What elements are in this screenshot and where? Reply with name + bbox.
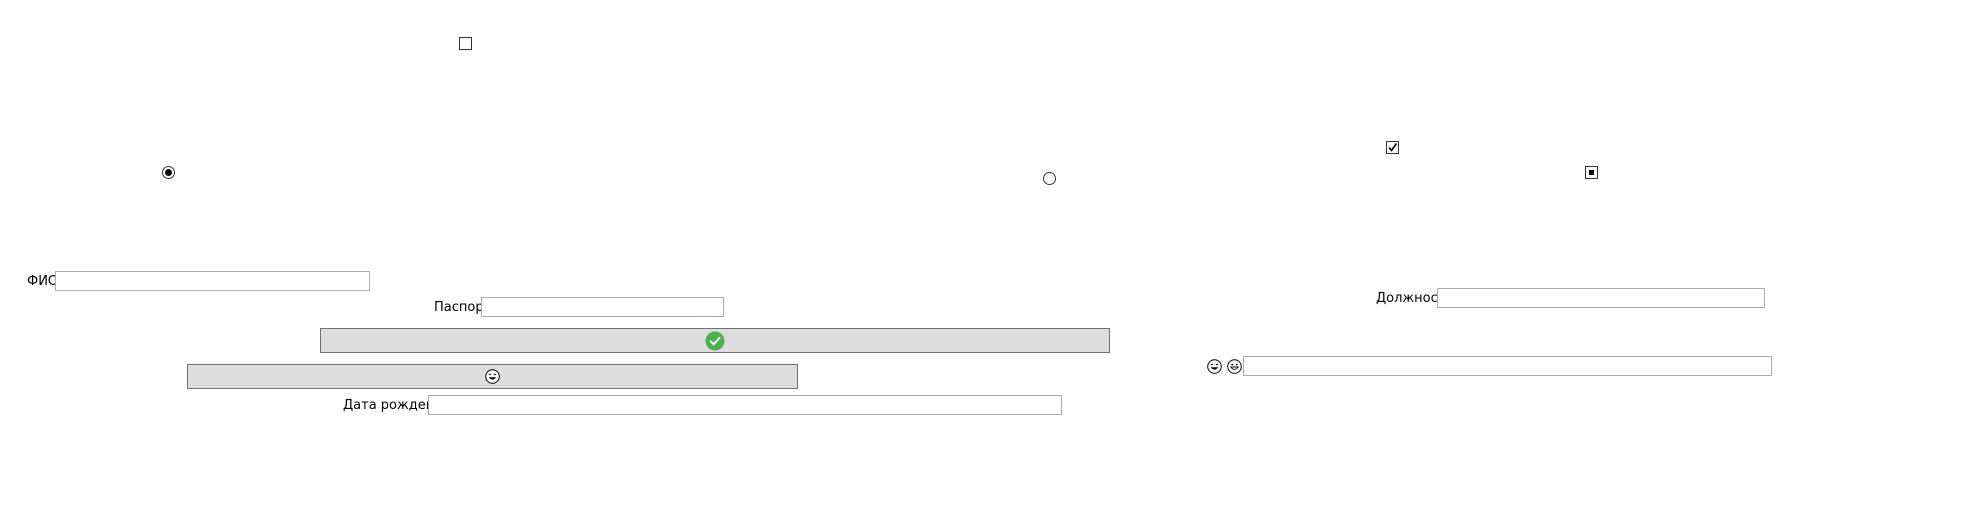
laughing-face-icon (485, 369, 500, 384)
emoji-button[interactable] (187, 364, 798, 389)
indeterminate-mark (1589, 170, 1594, 175)
checkbox-unchecked[interactable] (459, 37, 472, 50)
radio-dot (165, 169, 172, 176)
radio-unselected[interactable] (1043, 172, 1056, 185)
confirm-button[interactable] (320, 328, 1110, 353)
app-window: ФИО Паспорт Дата рождения Должность (0, 0, 1962, 523)
check-mark-icon (1388, 143, 1398, 152)
laughing-face-icon (1207, 359, 1222, 374)
checkbox-indeterminate[interactable] (1585, 166, 1598, 179)
grinning-face-icon (1227, 359, 1242, 374)
birthdate-input[interactable] (428, 395, 1062, 415)
position-input[interactable] (1437, 288, 1765, 308)
passport-input[interactable] (481, 297, 724, 317)
fio-label: ФИО (27, 274, 59, 289)
checkbox-checked[interactable] (1386, 141, 1399, 154)
fio-input[interactable] (55, 271, 370, 291)
emoji-input[interactable] (1243, 356, 1772, 376)
radio-selected[interactable] (162, 166, 175, 179)
check-circle-icon (705, 331, 725, 350)
